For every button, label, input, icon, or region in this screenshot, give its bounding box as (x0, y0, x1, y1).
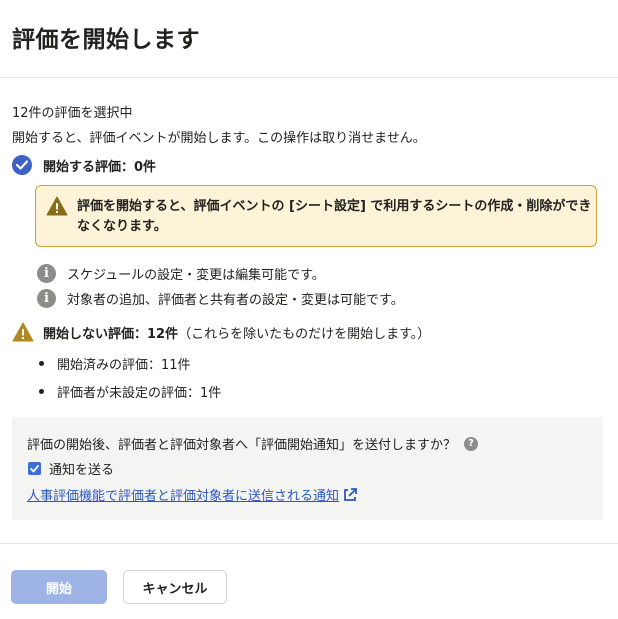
skip-item-started: 開始済みの評価：11件 (57, 358, 191, 373)
skip-note: （これらを除いたものだけを開始します。） (178, 326, 431, 342)
notification-info-link[interactable]: 人事評価機能で評価者と評価対象者に送信される通知 (27, 485, 339, 504)
note-targets: i 対象者の追加、評価者と共有者の設定・変更は可能です。 (37, 289, 404, 308)
bullet (39, 389, 44, 394)
list-item: 評価者が未設定の評価：1件 (39, 382, 221, 401)
footer-divider (0, 543, 618, 544)
question-circle-icon[interactable]: ? (464, 436, 479, 451)
warning-triangle-icon (12, 322, 34, 342)
irreversible-description: 開始すると、評価イベントが開始します。この操作は取り消せません。 (12, 131, 426, 146)
notify-question: 評価の開始後、評価者と評価対象者へ「評価開始通知」を送付しますか？ (27, 438, 457, 453)
info-circle-icon: i (37, 264, 56, 283)
external-link-icon[interactable] (342, 487, 358, 503)
skip-count-label: 開始しない評価：12件 (43, 326, 179, 342)
warning-alert: 評価を開始すると、評価イベントの [シート設定] で利用するシートの作成・削除が… (35, 185, 597, 247)
note-targets-text: 対象者の追加、評価者と共有者の設定・変更は可能です。 (67, 293, 404, 308)
info-circle-icon: i (37, 289, 56, 308)
start-evaluation-dialog: 評価を開始します 12件の評価を選択中 開始すると、評価イベントが開始します。こ… (0, 0, 618, 619)
notify-checkbox-row[interactable]: 通知を送る (28, 459, 114, 478)
list-item: 開始済みの評価：11件 (39, 354, 191, 373)
skip-section-header: 開始しない評価：12件 （これらを除いたものだけを開始します。） (12, 322, 430, 342)
dialog-title: 評価を開始します (12, 27, 200, 53)
start-button[interactable]: 開始 (11, 570, 107, 604)
selection-count: 12件の評価を選択中 (12, 106, 133, 121)
notify-checkbox[interactable] (28, 462, 41, 475)
notify-checkbox-label[interactable]: 通知を送る (49, 459, 114, 478)
note-schedule-text: スケジュールの設定・変更は編集可能です。 (67, 268, 325, 283)
check-circle-icon (12, 155, 32, 175)
notification-panel: 評価の開始後、評価者と評価対象者へ「評価開始通知」を送付しますか？ ? 通知を送… (12, 417, 603, 520)
bullet (39, 361, 44, 366)
start-count-label: 開始する評価：0件 (43, 159, 157, 175)
notification-link-row[interactable]: 人事評価機能で評価者と評価対象者に送信される通知 (27, 485, 358, 504)
warning-alert-text: 評価を開始すると、評価イベントの [シート設定] で利用するシートの作成・削除が… (77, 199, 592, 234)
cancel-button[interactable]: キャンセル (123, 570, 227, 604)
note-schedule: i スケジュールの設定・変更は編集可能です。 (37, 264, 325, 283)
header-divider (0, 77, 618, 78)
warning-triangle-icon (46, 196, 68, 216)
notify-question-row: 評価の開始後、評価者と評価対象者へ「評価開始通知」を送付しますか？ ? (27, 434, 479, 453)
start-section-header: 開始する評価：0件 (12, 155, 156, 175)
skip-item-no-evaluator: 評価者が未設定の評価：1件 (57, 386, 222, 401)
